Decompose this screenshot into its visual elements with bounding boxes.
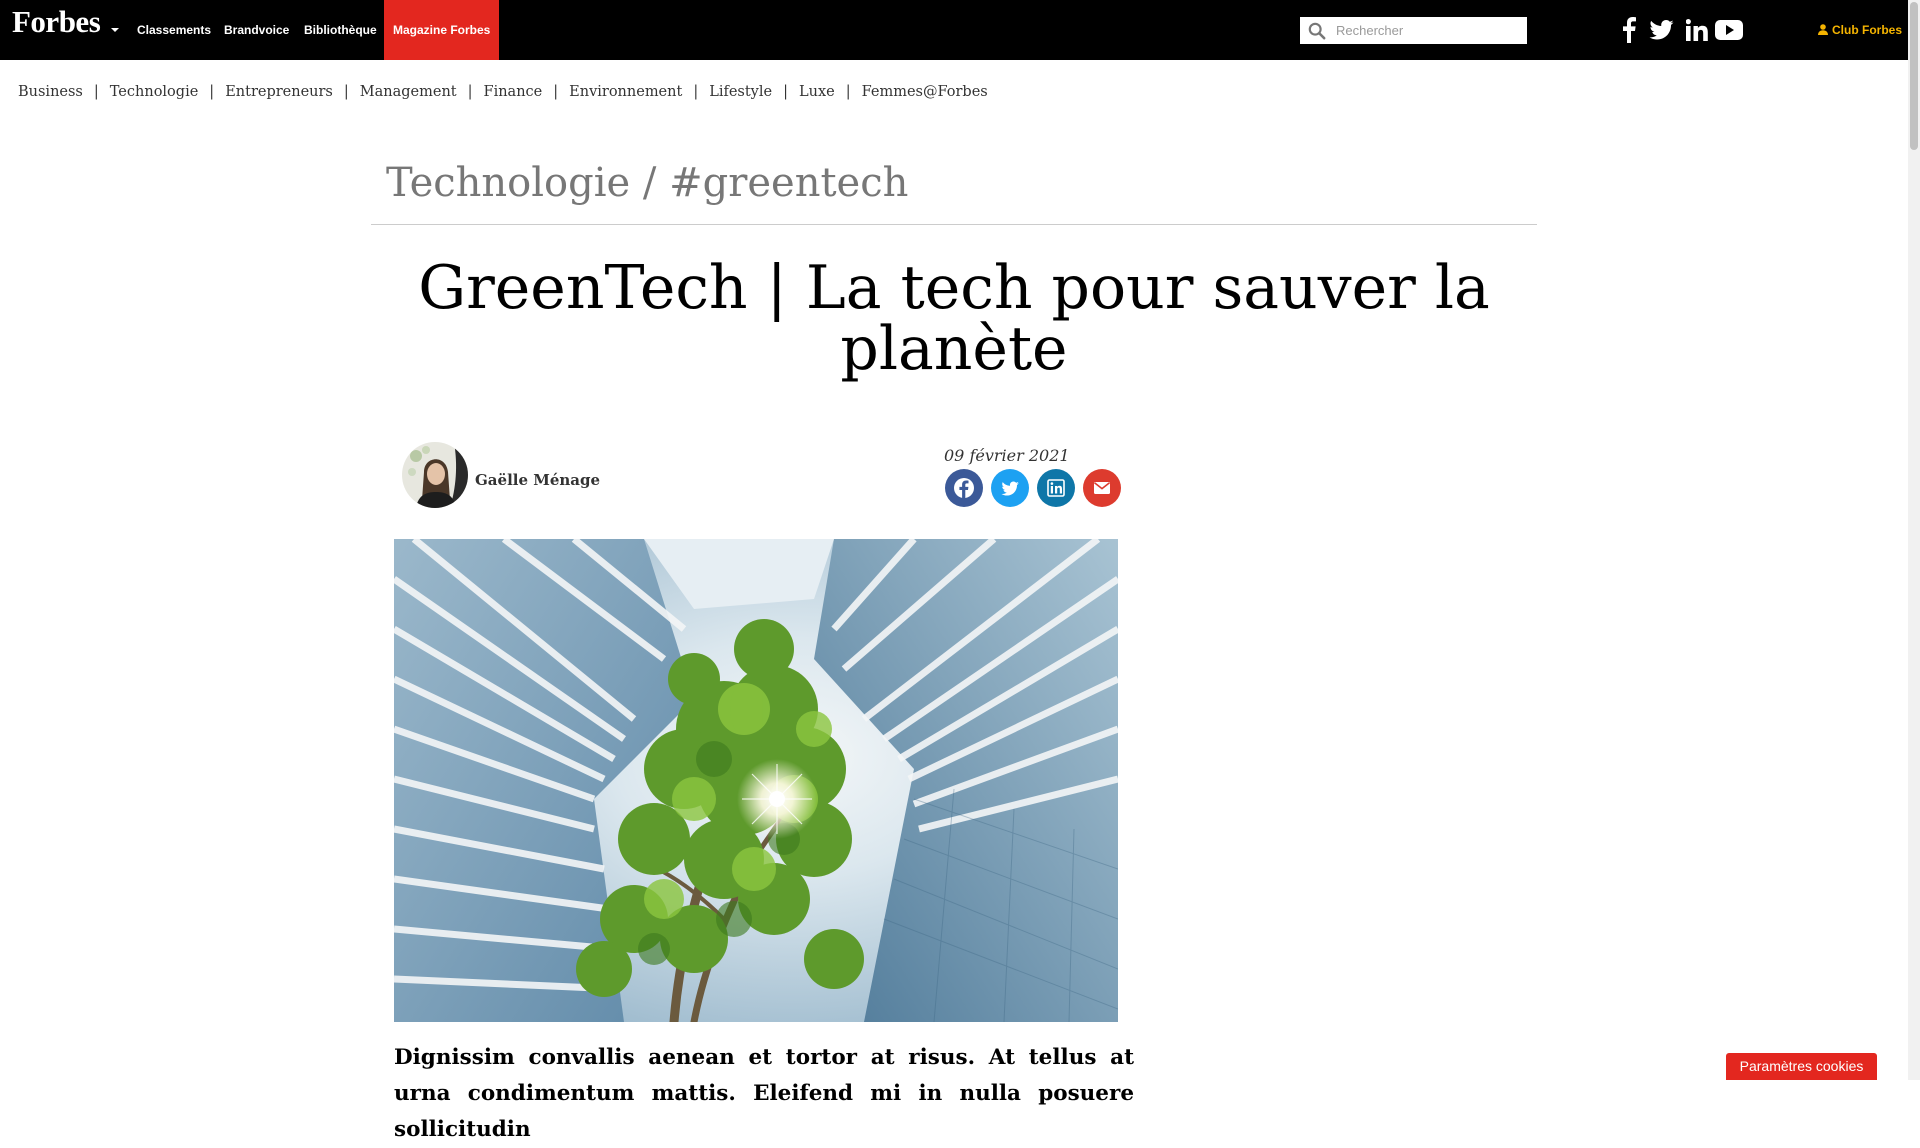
search-input[interactable]: [1336, 17, 1522, 44]
twitter-icon: [1001, 481, 1019, 496]
nav-magazine-forbes[interactable]: Magazine Forbes: [384, 0, 500, 60]
club-forbes-label: Club Forbes: [1832, 23, 1903, 37]
cookie-settings-button[interactable]: Paramètres cookies: [1726, 1053, 1877, 1080]
user-icon: [1818, 24, 1828, 35]
chevron-down-icon[interactable]: [111, 28, 119, 32]
category-finance[interactable]: Finance: [484, 84, 543, 100]
scrollbar[interactable]: [1908, 0, 1920, 1080]
youtube-icon[interactable]: [1715, 20, 1743, 40]
category-femmes-forbes[interactable]: Femmes@Forbes: [862, 84, 988, 100]
category-luxe[interactable]: Luxe: [799, 84, 835, 100]
separator: |: [209, 84, 215, 100]
nav-classements[interactable]: Classements: [137, 0, 211, 60]
category-bar: Business | Technologie | Entrepreneurs | Manag…: [18, 84, 988, 100]
share-twitter-button[interactable]: [991, 469, 1029, 507]
publish-date: 09 février 2021: [944, 446, 1070, 465]
separator: |: [845, 84, 851, 100]
author-name[interactable]: Gaëlle Ménage: [475, 471, 600, 489]
separator: |: [343, 84, 349, 100]
facebook-icon: [954, 478, 974, 499]
category-technologie[interactable]: Technologie: [110, 84, 199, 100]
forbes-logo[interactable]: Forbes: [12, 4, 101, 40]
nav-brandvoice[interactable]: Brandvoice: [224, 0, 289, 60]
breadcrumb[interactable]: Technologie / #greentech: [386, 160, 908, 206]
top-navbar: Forbes Classements Brandvoice Bibliothèq…: [0, 0, 1908, 60]
article-lead: Dignissim convallis aenean et tortor at …: [394, 1045, 1134, 1142]
email-icon: [1094, 482, 1110, 494]
share-facebook-button[interactable]: [945, 469, 983, 507]
author-avatar[interactable]: [402, 442, 468, 508]
club-forbes-link[interactable]: Club Forbes: [1818, 0, 1902, 60]
category-lifestyle[interactable]: Lifestyle: [709, 84, 772, 100]
separator: |: [783, 84, 788, 100]
facebook-icon[interactable]: [1622, 17, 1636, 43]
separator: |: [93, 84, 99, 100]
category-management[interactable]: Management: [360, 84, 457, 100]
separator: |: [467, 84, 473, 100]
category-entrepreneurs[interactable]: Entrepreneurs: [225, 84, 333, 100]
scrollbar-thumb[interactable]: [1910, 2, 1918, 150]
share-linkedin-button[interactable]: [1037, 469, 1075, 507]
share-email-button[interactable]: [1083, 469, 1121, 507]
article-title: GreenTech | La tech pour sauver la planè…: [418, 253, 1490, 384]
divider: [371, 224, 1537, 225]
linkedin-icon[interactable]: [1686, 19, 1708, 41]
nav-bibliotheque[interactable]: Bibliothèque: [304, 0, 377, 60]
search-icon[interactable]: [1308, 22, 1326, 40]
hero-image: [394, 539, 1118, 1022]
category-environnement[interactable]: Environnement: [569, 84, 682, 100]
linkedin-icon: [1047, 479, 1065, 497]
separator: |: [693, 84, 699, 100]
category-business[interactable]: Business: [18, 84, 83, 100]
twitter-icon[interactable]: [1649, 20, 1674, 40]
search-box[interactable]: [1300, 17, 1527, 44]
separator: |: [553, 84, 559, 100]
